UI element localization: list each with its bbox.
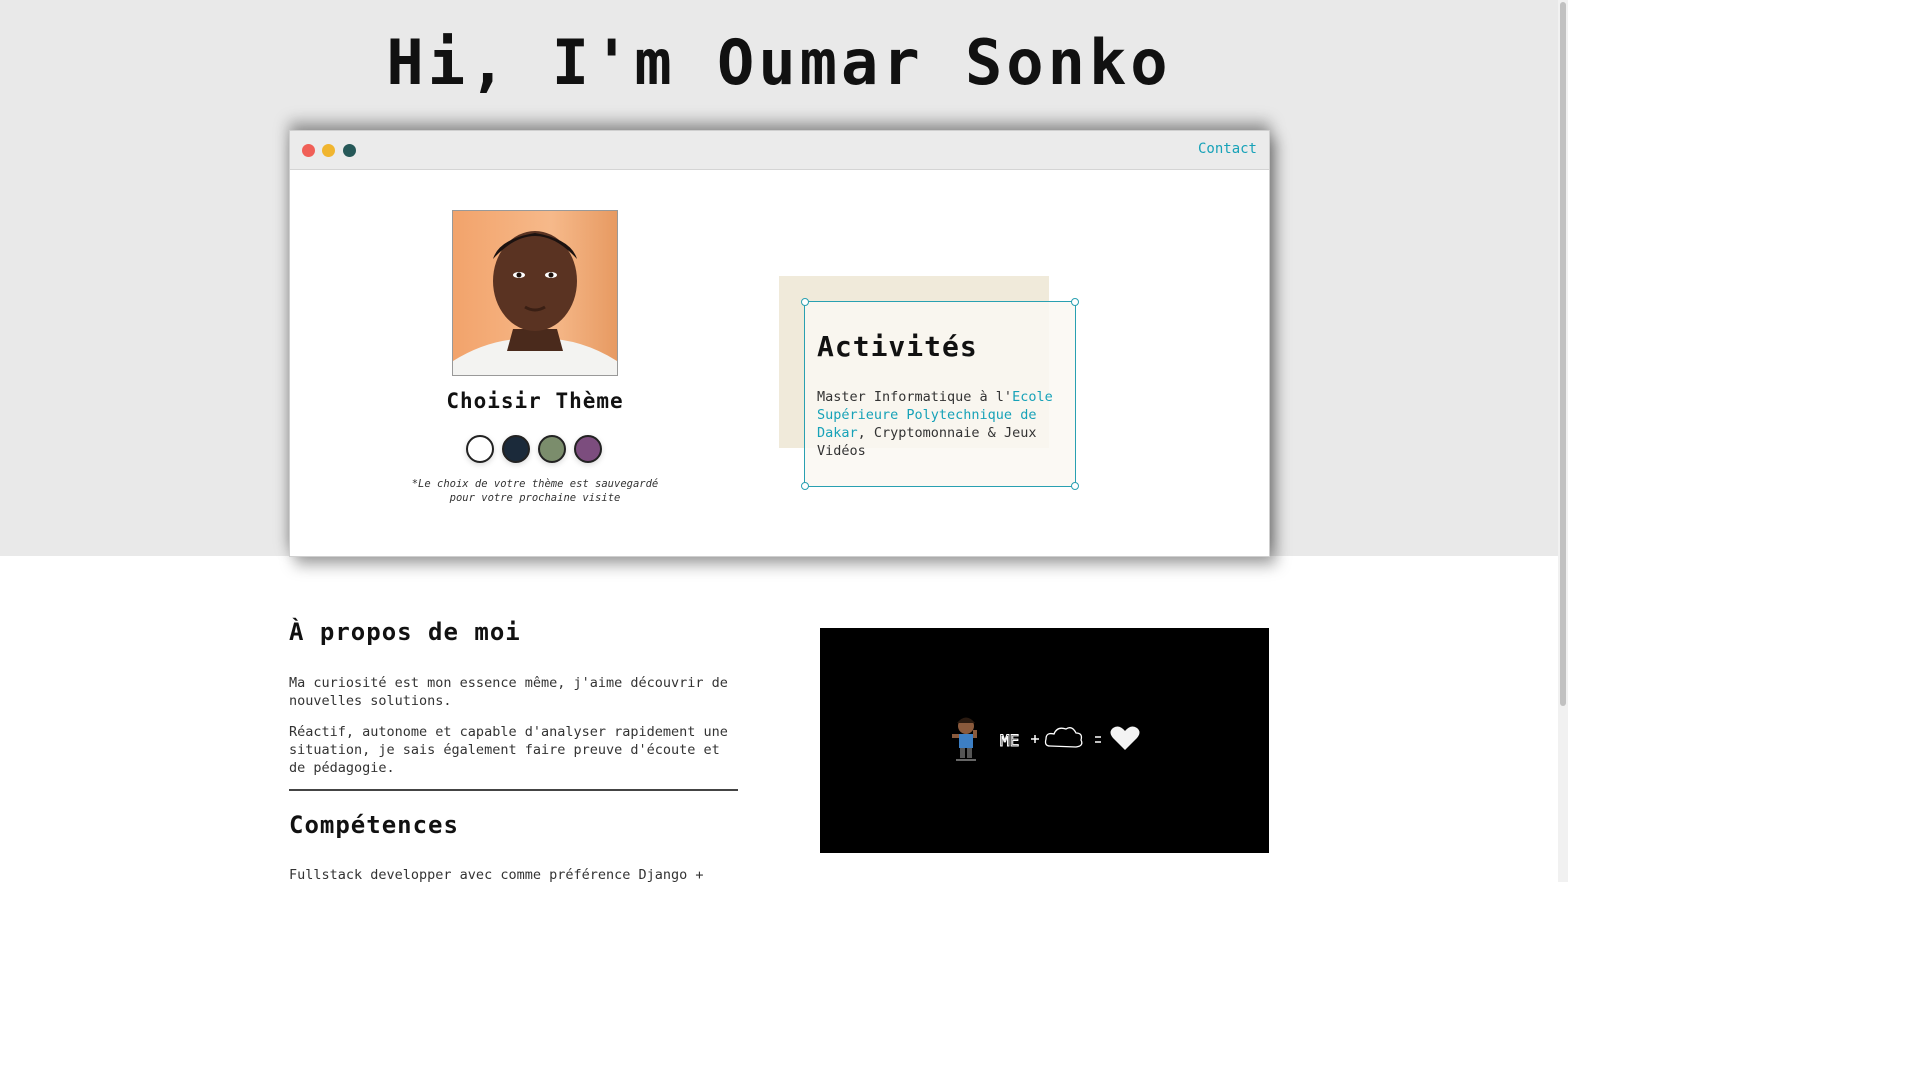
activities-title: Activités [817, 330, 978, 363]
banner-me-text: ME [1000, 731, 1019, 750]
activities-text-before: Master Informatique à l' [817, 389, 1013, 405]
teal-dot-icon [343, 144, 356, 157]
section-divider [289, 789, 738, 791]
yellow-dot-icon [322, 144, 335, 157]
me-cloud-heart-icon: ME [952, 717, 1140, 761]
theme-swatch-dark-navy[interactable] [502, 435, 530, 463]
scrollbar-thumb[interactable] [1560, 2, 1566, 706]
window-title-bar: Contact [290, 131, 1269, 170]
resize-handle-icon [801, 298, 809, 306]
page: Hi, I'm Oumar Sonko Contact Choisir Thèm… [0, 0, 1568, 882]
resize-handle-icon [801, 482, 809, 490]
theme-swatch-white[interactable] [466, 435, 494, 463]
browser-window-card: Contact Choisir Thème *Le choix de votre… [289, 130, 1270, 557]
activities-card: Activités Master Informatique à l'Ecole … [801, 298, 1079, 490]
contact-link[interactable]: Contact [1198, 141, 1257, 157]
about-paragraph-1: Ma curiosité est mon essence même, j'aim… [289, 675, 728, 709]
theme-swatch-purple[interactable] [574, 435, 602, 463]
skills-title: Compétences [289, 811, 459, 839]
intro-animation: ME [820, 628, 1269, 853]
profile-photo-icon [453, 211, 617, 375]
theme-chooser-title: Choisir Thème [446, 389, 624, 413]
theme-swatch-sage-green[interactable] [538, 435, 566, 463]
resize-handle-icon [1071, 298, 1079, 306]
red-dot-icon [302, 144, 315, 157]
activities-text: Master Informatique à l'Ecole Supérieure… [817, 388, 1067, 460]
theme-note: *Le choix de votre thème est sauvegardé … [411, 478, 659, 504]
about-paragraph-2: Réactif, autonome et capable d'analyser … [289, 724, 728, 776]
profile-photo [452, 210, 618, 376]
hero-title: Hi, I'm Oumar Sonko [386, 26, 1172, 99]
resize-handle-icon [1071, 482, 1079, 490]
hero-section: Hi, I'm Oumar Sonko Contact Choisir Thèm… [0, 0, 1558, 557]
skills-paragraph-1: Fullstack developper avec comme préféren… [289, 867, 704, 882]
about-title: À propos de moi [289, 618, 521, 646]
